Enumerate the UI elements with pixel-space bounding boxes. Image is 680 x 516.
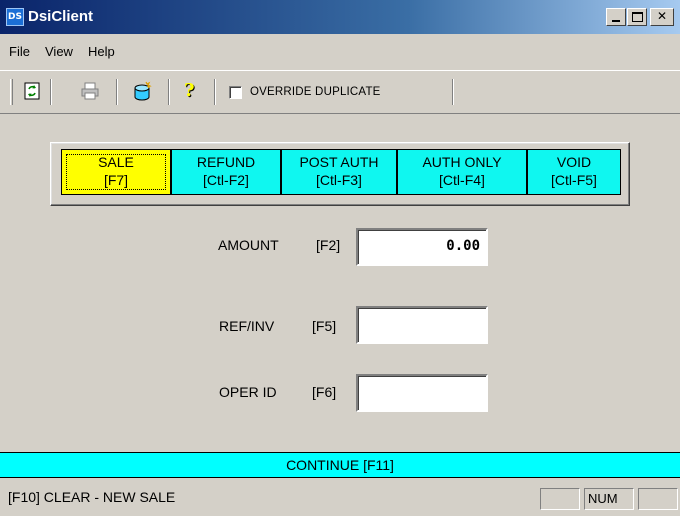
refinv-key: [F5] bbox=[312, 318, 337, 334]
refinv-input[interactable] bbox=[356, 306, 488, 344]
toolbar: ? ? OVERRIDE DUPLICATE bbox=[0, 70, 680, 114]
database-button[interactable] bbox=[130, 79, 154, 103]
num-lock-indicator: NUM bbox=[584, 488, 634, 510]
auth-only-key: [Ctl-F4] bbox=[439, 172, 485, 188]
maximize-button[interactable] bbox=[627, 8, 647, 26]
print-button[interactable] bbox=[78, 79, 102, 103]
continue-button[interactable]: CONTINUE [F11] bbox=[0, 452, 680, 478]
menu-bar: File View Help bbox=[0, 40, 680, 64]
refund-button[interactable]: REFUND [Ctl-F2] bbox=[171, 149, 281, 195]
override-duplicate-label: OVERRIDE DUPLICATE bbox=[250, 86, 381, 98]
window-title: DsiClient bbox=[28, 8, 94, 25]
transaction-type-group: SALE [F7] REFUND [Ctl-F2] POST AUTH [Ctl… bbox=[50, 142, 630, 206]
amount-label: AMOUNT bbox=[218, 237, 279, 253]
toolbar-separator bbox=[168, 79, 170, 105]
menu-view[interactable]: View bbox=[45, 44, 73, 59]
amount-input[interactable]: 0.00 bbox=[356, 228, 488, 266]
maximize-icon bbox=[632, 12, 643, 22]
auth-only-label: AUTH ONLY bbox=[422, 154, 502, 170]
amount-key: [F2] bbox=[316, 237, 341, 253]
minimize-icon bbox=[612, 20, 620, 22]
help-button[interactable]: ? ? bbox=[178, 79, 202, 103]
status-bar: [F10] CLEAR - NEW SALE NUM bbox=[0, 480, 680, 516]
menu-help[interactable]: Help bbox=[88, 44, 115, 59]
operid-key: [F6] bbox=[312, 384, 337, 400]
svg-text:?: ? bbox=[184, 81, 195, 101]
close-button[interactable]: ✕ bbox=[650, 8, 674, 26]
sale-button[interactable]: SALE [F7] bbox=[61, 149, 171, 195]
toolbar-separator bbox=[116, 79, 118, 105]
menu-file[interactable]: File bbox=[9, 44, 30, 59]
operid-label: OPER ID bbox=[219, 384, 277, 400]
minimize-button[interactable] bbox=[606, 8, 626, 26]
app-icon: DS bbox=[6, 8, 24, 26]
toolbar-separator bbox=[214, 79, 216, 105]
print-icon bbox=[81, 82, 99, 100]
status-pane-empty bbox=[540, 488, 580, 510]
refinv-label: REF/INV bbox=[219, 318, 275, 334]
auth-only-button[interactable]: AUTH ONLY [Ctl-F4] bbox=[397, 149, 527, 195]
sale-key: [F7] bbox=[103, 172, 129, 188]
refresh-button[interactable] bbox=[20, 79, 44, 103]
void-button[interactable]: VOID [Ctl-F5] bbox=[527, 149, 621, 195]
status-text: [F10] CLEAR - NEW SALE bbox=[8, 489, 176, 505]
post-auth-label: POST AUTH bbox=[299, 154, 379, 170]
refund-label: REFUND bbox=[196, 154, 256, 170]
database-icon bbox=[134, 81, 152, 101]
transaction-panel: SALE [F7] REFUND [Ctl-F2] POST AUTH [Ctl… bbox=[0, 116, 680, 452]
sale-label: SALE bbox=[98, 154, 134, 170]
toolbar-separator bbox=[452, 79, 454, 105]
toolbar-grip[interactable] bbox=[10, 79, 13, 105]
void-label: VOID bbox=[556, 154, 592, 170]
close-icon: ✕ bbox=[656, 9, 668, 23]
refresh-icon bbox=[24, 82, 40, 100]
toolbar-separator bbox=[50, 79, 52, 105]
refund-key: [Ctl-F2] bbox=[203, 172, 249, 188]
post-auth-key: [Ctl-F3] bbox=[316, 172, 362, 188]
post-auth-button[interactable]: POST AUTH [Ctl-F3] bbox=[281, 149, 397, 195]
status-pane-empty bbox=[638, 488, 678, 510]
override-duplicate-checkbox[interactable] bbox=[229, 86, 242, 99]
help-icon: ? ? bbox=[184, 81, 196, 101]
operid-input[interactable] bbox=[356, 374, 488, 412]
void-key: [Ctl-F5] bbox=[551, 172, 597, 188]
title-bar[interactable]: DS DsiClient ✕ bbox=[0, 0, 680, 34]
